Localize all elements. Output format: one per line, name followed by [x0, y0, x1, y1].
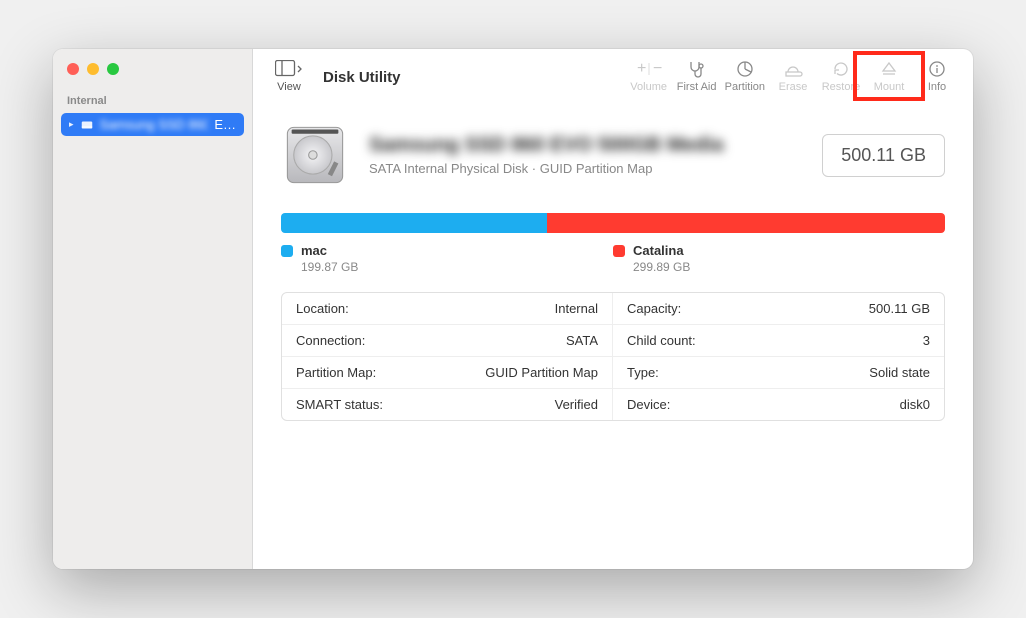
info-row: Child count:3	[613, 325, 944, 357]
chevron-right-icon: ▸	[69, 119, 74, 130]
sidebar-item-label-redacted: Samsung SSD 860 EVO 500GB	[100, 117, 209, 132]
zoom-window-button[interactable]	[107, 63, 119, 75]
disk-header: Samsung SSD 860 EVO 500GB Media SATA Int…	[281, 111, 945, 213]
disk-size-badge: 500.11 GB	[822, 134, 945, 177]
sidebar-item-disk[interactable]: ▸ Samsung SSD 860 EVO 500GB E…	[61, 113, 244, 136]
legend-item: mac 199.87 GB	[281, 243, 613, 274]
internal-disk-icon	[80, 118, 94, 132]
info-table: Location:Internal Capacity:500.11 GB Con…	[281, 292, 945, 421]
legend-item: Catalina 299.89 GB	[613, 243, 945, 274]
info-row: Partition Map:GUID Partition Map	[282, 357, 613, 389]
sidebar-section-header: Internal	[53, 83, 252, 111]
legend-name: Catalina	[633, 243, 690, 258]
partition-button[interactable]: Partition	[725, 59, 765, 93]
disk-subtitle: SATA Internal Physical Disk · GUID Parti…	[369, 161, 802, 176]
app-title: Disk Utility	[323, 59, 401, 86]
info-row: Connection:SATA	[282, 325, 613, 357]
svg-text:−: −	[653, 60, 662, 77]
sidebar: Internal ▸ Samsung SSD 860 EVO 500GB E…	[53, 49, 253, 569]
minimize-window-button[interactable]	[87, 63, 99, 75]
legend-swatch	[613, 245, 625, 257]
info-row: Location:Internal	[282, 293, 613, 325]
info-row: SMART status:Verified	[282, 389, 613, 420]
info-row: Type:Solid state	[613, 357, 944, 389]
content-area: Samsung SSD 860 EVO 500GB Media SATA Int…	[253, 101, 973, 441]
toolbar: View Disk Utility +− Volume First Aid	[253, 49, 973, 101]
restore-icon	[832, 59, 850, 79]
main-pane: View Disk Utility +− Volume First Aid	[253, 49, 973, 569]
partition-label: Partition	[725, 81, 765, 93]
usage-segment-catalina	[547, 213, 945, 233]
pie-icon	[736, 59, 754, 79]
legend-swatch	[281, 245, 293, 257]
info-icon	[928, 59, 946, 79]
erase-icon	[783, 59, 803, 79]
info-label: Info	[928, 81, 946, 93]
legend-size: 299.89 GB	[633, 260, 690, 274]
erase-button[interactable]: Erase	[773, 59, 813, 93]
sidebar-layout-icon	[275, 59, 303, 79]
svg-text:+: +	[637, 60, 646, 77]
plus-minus-icon: +−	[632, 59, 666, 79]
usage-legend: mac 199.87 GB Catalina 299.89 GB	[281, 243, 945, 274]
app-window: Internal ▸ Samsung SSD 860 EVO 500GB E… …	[53, 49, 973, 569]
legend-size: 199.87 GB	[301, 260, 358, 274]
erase-label: Erase	[779, 81, 808, 93]
mount-button[interactable]: Mount	[869, 59, 909, 93]
volume-label: Volume	[630, 81, 667, 93]
first-aid-button[interactable]: First Aid	[677, 59, 717, 93]
disk-title-redacted: Samsung SSD 860 EVO 500GB Media	[369, 134, 802, 157]
usage-segment-mac	[281, 213, 547, 233]
highlight-annotation	[853, 51, 925, 101]
view-menu-button[interactable]: View	[269, 59, 309, 93]
window-controls	[53, 49, 252, 83]
first-aid-label: First Aid	[677, 81, 717, 93]
legend-name: mac	[301, 243, 358, 258]
view-label: View	[277, 81, 301, 93]
info-row: Capacity:500.11 GB	[613, 293, 944, 325]
info-row: Device:disk0	[613, 389, 944, 420]
internal-disk-icon	[281, 121, 349, 189]
sidebar-item-label-suffix: E…	[214, 117, 236, 132]
usage-bar	[281, 213, 945, 233]
close-window-button[interactable]	[67, 63, 79, 75]
stethoscope-icon	[687, 59, 707, 79]
volume-button[interactable]: +− Volume	[629, 59, 669, 93]
